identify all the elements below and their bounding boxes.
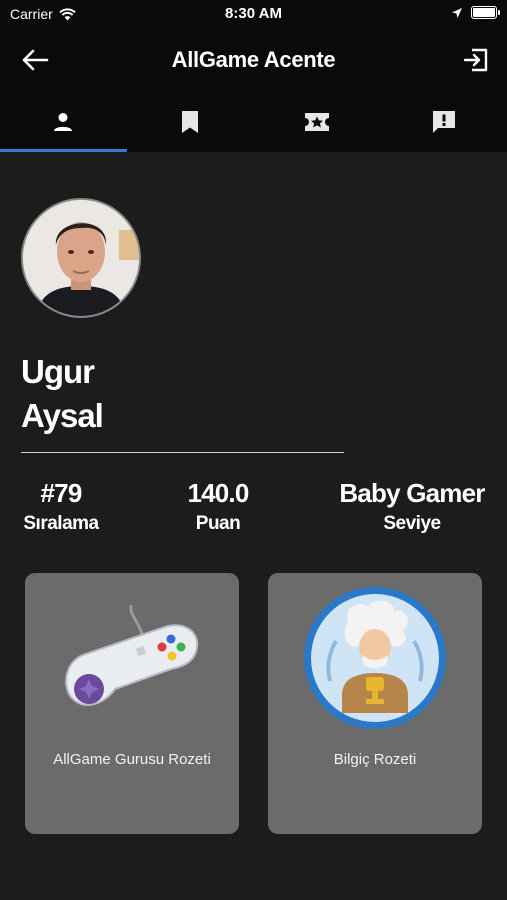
page-title: AllGame Acente bbox=[171, 47, 336, 72]
person-icon bbox=[54, 113, 73, 131]
logout-icon[interactable] bbox=[461, 45, 491, 75]
battery-icon bbox=[471, 6, 500, 19]
einstein-badge-icon bbox=[304, 587, 446, 729]
badge-card-bilgic[interactable]: Bilgiç Rozeti bbox=[268, 573, 482, 834]
location-icon bbox=[452, 7, 462, 18]
stat-level: Baby Gamer Seviye bbox=[332, 478, 492, 535]
stat-level-value: Baby Gamer bbox=[339, 478, 485, 508]
badge-card-allgame-guru[interactable]: AllGame Gurusu Rozeti bbox=[25, 573, 239, 834]
clock: 8:30 AM bbox=[225, 5, 282, 22]
tab-feedback[interactable] bbox=[380, 92, 507, 152]
feedback-icon bbox=[432, 111, 455, 133]
stat-level-label: Seviye bbox=[383, 513, 441, 534]
first-name: Ugur bbox=[21, 353, 95, 390]
stat-points: 140.0 Puan bbox=[168, 478, 268, 535]
tab-bookmarks[interactable] bbox=[127, 92, 254, 152]
tab-tickets[interactable] bbox=[254, 92, 381, 152]
stat-rank-label: Sıralama bbox=[23, 513, 99, 534]
status-bar-right bbox=[451, 6, 500, 19]
stat-points-value: 140.0 bbox=[187, 478, 249, 508]
tab-profile[interactable] bbox=[0, 92, 127, 152]
battery-fill bbox=[473, 8, 495, 17]
stat-points-label: Puan bbox=[195, 513, 241, 534]
app-bar: AllGame Acente bbox=[0, 28, 507, 92]
bookmark-icon bbox=[182, 111, 199, 133]
tab-bar bbox=[0, 92, 507, 152]
badge-label: Bilgiç Rozeti bbox=[333, 751, 417, 768]
stat-rank-value: #79 bbox=[40, 478, 83, 508]
status-bar: Carrier 8:30 AM bbox=[0, 0, 507, 28]
avatar-photo bbox=[23, 200, 139, 316]
badge-label: AllGame Gurusu Rozeti bbox=[53, 751, 211, 768]
user-name: Ugur Aysal bbox=[21, 350, 104, 438]
last-name: Aysal bbox=[21, 397, 104, 434]
ticket-star-icon bbox=[304, 113, 329, 131]
gamepad-icon bbox=[65, 604, 199, 706]
avatar bbox=[21, 198, 141, 318]
stat-rank: #79 Sıralama bbox=[21, 478, 101, 535]
name-divider bbox=[21, 452, 344, 453]
